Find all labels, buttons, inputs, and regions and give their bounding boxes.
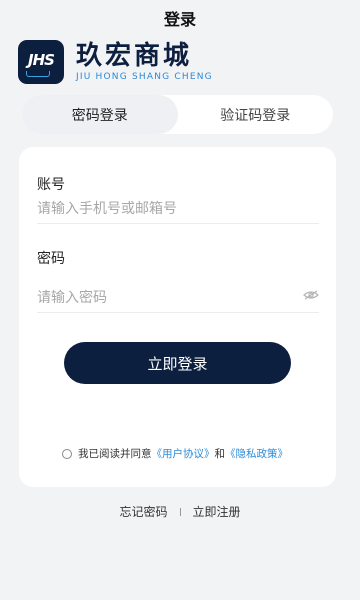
page-title: 登录 <box>163 10 196 29</box>
user-agreement-link[interactable]: 《用户协议》 <box>152 446 215 461</box>
password-input[interactable] <box>37 283 319 313</box>
cart-icon <box>26 71 50 77</box>
tab-password-login[interactable]: 密码登录 <box>22 95 178 134</box>
footer-links: 忘记密码 立即注册 <box>0 503 360 520</box>
tab-code-login[interactable]: 验证码登录 <box>178 95 334 134</box>
account-label: 账号 <box>37 177 65 193</box>
password-label: 密码 <box>37 251 65 267</box>
logo: JHS <box>18 40 64 84</box>
login-button[interactable]: 立即登录 <box>64 342 291 384</box>
agree-radio[interactable] <box>62 448 72 459</box>
eye-closed-icon[interactable] <box>303 290 319 300</box>
agreement-row: 我已阅读并同意 《用户协议》 和 《隐私政策》 <box>62 446 288 461</box>
login-card: 账号 密码 立即登录 我已阅读并同意 《用户协议》 和 《隐私政策》 <box>19 147 336 487</box>
logo-text: JHS <box>28 51 55 69</box>
brand-name: 玖宏商城 <box>76 41 193 71</box>
register-link[interactable]: 立即注册 <box>193 503 241 520</box>
login-tabs: 密码登录 验证码登录 <box>22 95 333 134</box>
forgot-password-link[interactable]: 忘记密码 <box>119 503 167 520</box>
privacy-policy-link[interactable]: 《隐私政策》 <box>225 446 288 461</box>
agreement-and: 和 <box>214 448 226 460</box>
brand-name-en: JIU HONG SHANG CHENG <box>76 72 213 82</box>
agreement-text: 我已阅读并同意 <box>78 448 152 460</box>
brand: JHS 玖宏商城 JIU HONG SHANG CHENG <box>18 40 213 84</box>
account-input[interactable] <box>37 194 319 224</box>
divider <box>179 507 181 516</box>
